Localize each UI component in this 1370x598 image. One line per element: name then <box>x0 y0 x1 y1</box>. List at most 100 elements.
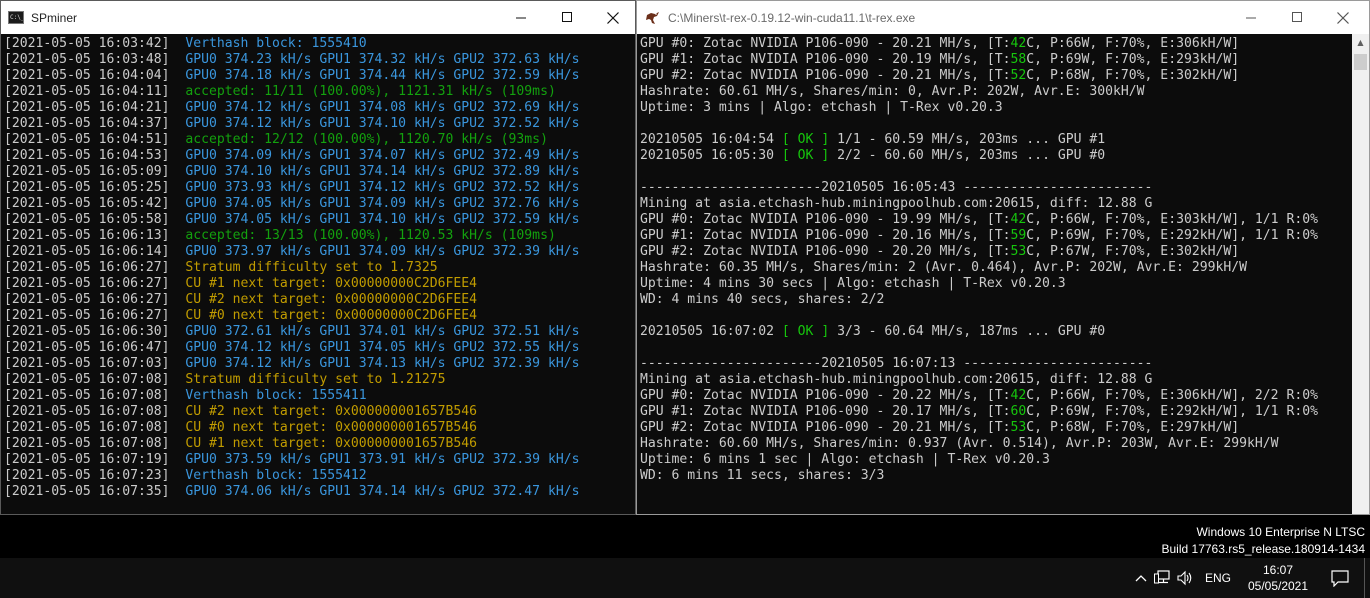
log-line: [2021-05-05 16:06:27] CU #0 next target:… <box>4 308 635 324</box>
log-timestamp: [2021-05-05 16:07:08] <box>4 420 170 435</box>
log-line: Mining at asia.etchash-hub.miningpoolhub… <box>640 196 1352 212</box>
taskbar-clock[interactable]: 16:07 05/05/2021 <box>1240 562 1316 594</box>
log-text: GPU #0: Zotac NVIDIA P106-090 - 19.99 MH… <box>640 212 1011 227</box>
volume-icon[interactable] <box>1174 558 1196 598</box>
window-title: C:\Miners\t-rex-0.19.12-win-cuda11.1\t-r… <box>668 10 916 25</box>
notification-icon[interactable] <box>1316 558 1364 598</box>
log-line: [2021-05-05 16:06:27] CU #2 next target:… <box>4 292 635 308</box>
trex-dinosaur-icon[interactable] <box>645 10 661 26</box>
log-line: [2021-05-05 16:04:37] GPU0 374.12 kH/s G… <box>4 116 635 132</box>
log-line: [2021-05-05 16:06:30] GPU0 372.61 kH/s G… <box>4 324 635 340</box>
log-line: [2021-05-05 16:05:25] GPU0 373.93 kH/s G… <box>4 180 635 196</box>
log-message: GPU0 374.23 kH/s GPU1 374.32 kH/s GPU2 3… <box>185 52 580 67</box>
log-timestamp: [2021-05-05 16:06:30] <box>4 324 170 339</box>
spminer-window[interactable]: C:\_ SPminer [2021-05-05 16:03:42] Verth… <box>0 0 636 515</box>
close-icon <box>607 11 619 24</box>
minimize-icon <box>1245 17 1256 19</box>
log-message: Stratum difficulty set to 1.21275 <box>185 372 446 387</box>
console-app-icon[interactable]: C:\_ <box>8 11 24 24</box>
show-desktop-button[interactable] <box>1364 558 1370 598</box>
log-text: 20210505 16:05:30 <box>640 148 782 163</box>
log-line: [2021-05-05 16:07:08] CU #2 next target:… <box>4 404 635 420</box>
log-line: 20210505 16:04:54 [ OK ] 1/1 - 60.59 MH/… <box>640 132 1352 148</box>
log-line: Uptime: 6 mins 1 sec | Algo: etchash | T… <box>640 452 1352 468</box>
log-highlight: 58 <box>1010 52 1027 67</box>
log-line: [2021-05-05 16:07:08] CU #0 next target:… <box>4 420 635 436</box>
log-timestamp: [2021-05-05 16:05:25] <box>4 180 170 195</box>
log-line: 20210505 16:07:02 [ OK ] 3/3 - 60.64 MH/… <box>640 324 1352 340</box>
log-message: GPU0 374.12 kH/s GPU1 374.05 kH/s GPU2 3… <box>185 340 580 355</box>
watermark-build: Build 17763.rs5_release.180914-1434 <box>1161 542 1366 556</box>
log-message: GPU0 372.61 kH/s GPU1 374.01 kH/s GPU2 3… <box>185 324 580 339</box>
log-text: C, P:66W, F:70%, E:303kH/W], 1/1 R:0% <box>1026 212 1318 227</box>
log-message: CU #0 next target: 0x00000000C2D6FEE4 <box>185 308 478 323</box>
log-line: [2021-05-05 16:05:58] GPU0 374.05 kH/s G… <box>4 212 635 228</box>
scroll-up-arrow-icon[interactable]: ▲ <box>1352 34 1369 51</box>
log-message: CU #1 next target: 0x00000000C2D6FEE4 <box>185 276 478 291</box>
log-message: GPU0 373.93 kH/s GPU1 374.12 kH/s GPU2 3… <box>185 180 580 195</box>
input-language-indicator[interactable]: ENG <box>1196 571 1240 585</box>
log-text: 2/2 - 60.60 MH/s, 203ms ... GPU #0 <box>829 148 1106 163</box>
log-text: -----------------------20210505 16:07:13… <box>640 356 1153 371</box>
log-text: 20210505 16:04:54 <box>640 132 782 147</box>
log-line: WD: 4 mins 40 secs, shares: 2/2 <box>640 292 1352 308</box>
log-text: Uptime: 6 mins 1 sec | Algo: etchash | T… <box>640 452 1050 467</box>
log-message: GPU0 374.12 kH/s GPU1 374.10 kH/s GPU2 3… <box>185 116 580 131</box>
log-timestamp: [2021-05-05 16:07:08] <box>4 372 170 387</box>
network-icon[interactable] <box>1152 558 1174 598</box>
log-text: Mining at asia.etchash-hub.miningpoolhub… <box>640 196 1153 211</box>
log-line: [2021-05-05 16:07:19] GPU0 373.59 kH/s G… <box>4 452 635 468</box>
log-timestamp: [2021-05-05 16:04:11] <box>4 84 170 99</box>
log-timestamp: [2021-05-05 16:05:58] <box>4 212 170 227</box>
maximize-icon <box>1291 12 1302 22</box>
log-text: C, P:69W, F:70%, E:293kH/W] <box>1026 52 1240 67</box>
log-message: accepted: 12/12 (100.00%), 1120.70 kH/s … <box>185 132 548 147</box>
log-line: [2021-05-05 16:04:53] GPU0 374.09 kH/s G… <box>4 148 635 164</box>
clock-date: 05/05/2021 <box>1247 579 1309 593</box>
log-line: [2021-05-05 16:07:08] CU #1 next target:… <box>4 436 635 452</box>
log-timestamp: [2021-05-05 16:04:51] <box>4 132 170 147</box>
vertical-scrollbar[interactable]: ▲ <box>1352 34 1369 514</box>
log-highlight: [ OK ] <box>781 148 830 163</box>
log-line: [2021-05-05 16:06:27] Stratum difficulty… <box>4 260 635 276</box>
log-timestamp: [2021-05-05 16:06:27] <box>4 292 170 307</box>
trex-close-button[interactable] <box>1320 1 1366 34</box>
log-timestamp: [2021-05-05 16:07:23] <box>4 468 170 483</box>
trex-maximize-button[interactable] <box>1274 1 1320 34</box>
log-line: Uptime: 3 mins | Algo: etchash | T-Rex v… <box>640 100 1352 116</box>
chevron-up-icon[interactable] <box>1130 558 1152 598</box>
minimize-button[interactable] <box>498 1 544 34</box>
log-text: C, P:66W, F:70%, E:306kH/W], 2/2 R:0% <box>1026 388 1318 403</box>
log-text: Mining at asia.etchash-hub.miningpoolhub… <box>640 372 1153 387</box>
log-timestamp: [2021-05-05 16:05:09] <box>4 164 170 179</box>
log-timestamp: [2021-05-05 16:07:08] <box>4 404 170 419</box>
log-message: GPU0 374.12 kH/s GPU1 374.13 kH/s GPU2 3… <box>185 356 580 371</box>
log-message: GPU0 374.05 kH/s GPU1 374.10 kH/s GPU2 3… <box>185 212 580 227</box>
log-message: CU #1 next target: 0x000000001657B546 <box>185 436 478 451</box>
log-line: [2021-05-05 16:07:35] GPU0 374.06 kH/s G… <box>4 484 635 500</box>
log-text: GPU #0: Zotac NVIDIA P106-090 - 20.21 MH… <box>640 36 1011 51</box>
maximize-button[interactable] <box>544 1 590 34</box>
log-text: Hashrate: 60.35 MH/s, Shares/min: 2 (Avr… <box>640 260 1247 275</box>
spminer-titlebar[interactable]: C:\_ SPminer <box>1 1 635 34</box>
log-timestamp: [2021-05-05 16:07:19] <box>4 452 170 467</box>
log-line: [2021-05-05 16:07:23] Verthash block: 15… <box>4 468 635 484</box>
log-line: [2021-05-05 16:06:13] accepted: 13/13 (1… <box>4 228 635 244</box>
log-text: WD: 4 mins 40 secs, shares: 2/2 <box>640 292 885 307</box>
clock-time: 16:07 <box>1262 563 1294 577</box>
close-button[interactable] <box>590 1 635 34</box>
log-timestamp: [2021-05-05 16:06:13] <box>4 228 170 243</box>
scrollbar-thumb[interactable] <box>1354 54 1367 70</box>
log-timestamp: [2021-05-05 16:04:21] <box>4 100 170 115</box>
log-text: 20210505 16:07:02 <box>640 324 782 339</box>
trex-window[interactable]: C:\Miners\t-rex-0.19.12-win-cuda11.1\t-r… <box>636 0 1370 515</box>
log-text: Uptime: 3 mins | Algo: etchash | T-Rex v… <box>640 100 1003 115</box>
trex-minimize-button[interactable] <box>1228 1 1274 34</box>
log-line: [2021-05-05 16:04:11] accepted: 11/11 (1… <box>4 84 635 100</box>
log-text: GPU #1: Zotac NVIDIA P106-090 - 20.16 MH… <box>640 228 1011 243</box>
log-text: -----------------------20210505 16:05:43… <box>640 180 1153 195</box>
log-message: CU #2 next target: 0x00000000C2D6FEE4 <box>185 292 478 307</box>
taskbar: ENG 16:07 05/05/2021 <box>0 558 1370 598</box>
